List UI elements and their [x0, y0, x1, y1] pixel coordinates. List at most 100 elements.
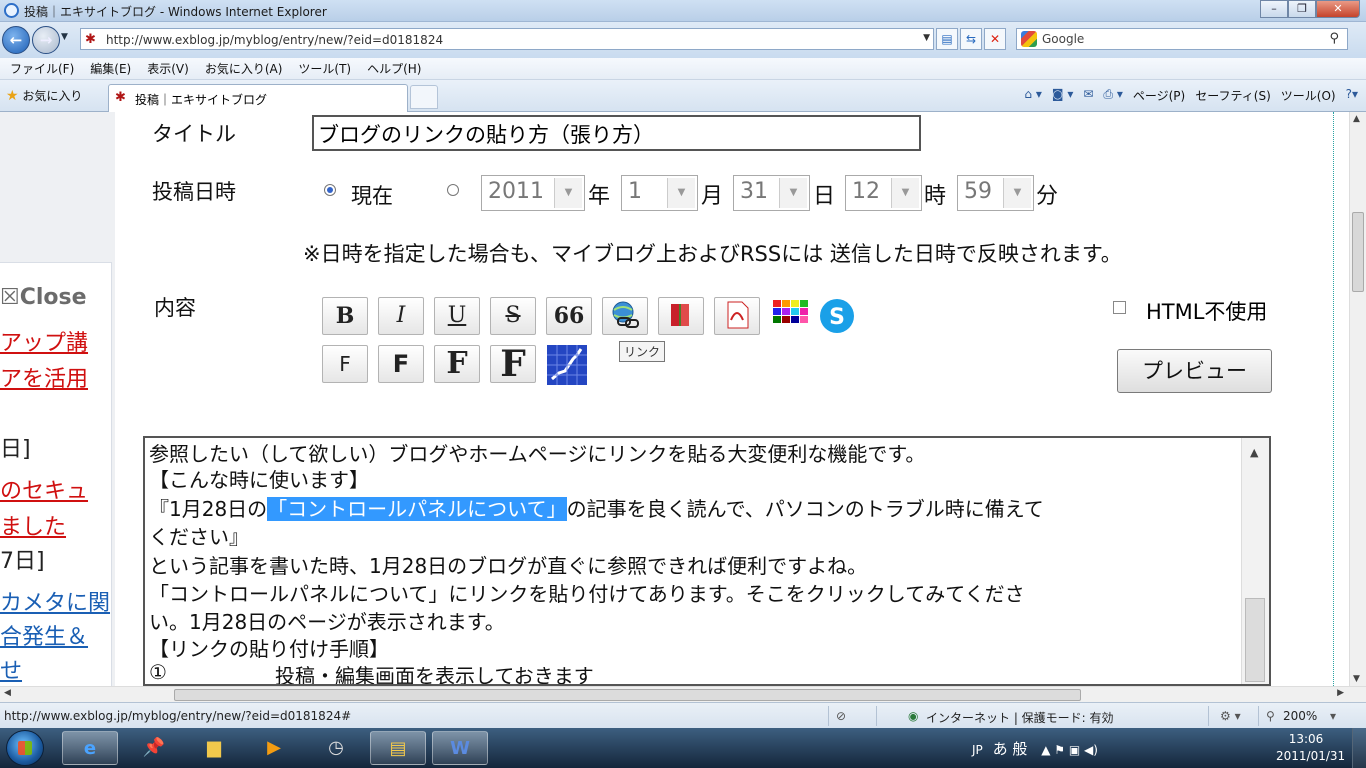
menu-edit[interactable]: 編集(E) — [90, 60, 131, 77]
page-vertical-scrollbar[interactable]: ▲ ▼ — [1349, 112, 1366, 686]
scroll-left-icon[interactable]: ◀ — [4, 688, 11, 698]
feeds-icon[interactable]: ◙ ▾ — [1052, 87, 1073, 104]
page-menu[interactable]: ページ(P) — [1133, 87, 1185, 104]
taskbar-clock-icon[interactable]: ◷ — [308, 731, 364, 765]
bold-button[interactable]: B — [322, 297, 368, 335]
popup-close-button[interactable]: ☒Close — [0, 285, 87, 310]
taskbar-word-icon[interactable]: W — [432, 731, 488, 765]
taskbar-media-icon[interactable]: ▶ — [246, 731, 302, 765]
link-button[interactable] — [602, 297, 648, 335]
title-input[interactable]: ブログのリンクの貼り方（張り方） — [312, 115, 921, 151]
sidebar-link[interactable]: せ — [0, 653, 22, 685]
mail-icon[interactable]: ✉ — [1083, 87, 1093, 104]
font-size-1-button[interactable]: F — [322, 345, 368, 383]
pdf-button[interactable] — [714, 297, 760, 335]
home-icon[interactable]: ⌂ ▾ — [1024, 87, 1041, 104]
scroll-down-icon[interactable]: ▼ — [1353, 674, 1360, 684]
window-titlebar: 投稿｜エキサイトブログ - Windows Internet Explorer … — [0, 0, 1366, 22]
compat-view-icon[interactable]: ▤ — [936, 28, 958, 50]
zoom-level[interactable]: 200% — [1283, 709, 1317, 723]
minimize-button[interactable]: – — [1260, 0, 1288, 18]
underline-button[interactable]: U — [434, 297, 480, 335]
book-button[interactable] — [658, 297, 704, 335]
popup-blocker-icon[interactable]: ⊘ — [836, 709, 846, 723]
strikethrough-button[interactable]: S — [490, 297, 536, 335]
page-horizontal-scrollbar[interactable]: ◀ ▶ — [0, 686, 1366, 702]
day-select[interactable]: 31 ▼ — [733, 175, 810, 211]
html-off-checkbox[interactable] — [1113, 301, 1126, 314]
taskbar-pin-icon[interactable]: 📌 — [126, 731, 182, 765]
zoom-dropdown-icon[interactable]: ▾ — [1330, 709, 1336, 723]
hour-value: 12 — [852, 179, 880, 204]
font-size-3-button[interactable]: F — [434, 345, 480, 383]
scroll-up-icon[interactable]: ▲ — [1250, 446, 1258, 459]
font-size-4-button[interactable]: F — [490, 345, 536, 383]
maximize-button[interactable]: ❐ — [1288, 0, 1316, 18]
back-button[interactable]: ← — [2, 26, 30, 54]
day-unit: 日 — [813, 184, 836, 209]
sidebar-link[interactable]: 合発生＆ — [0, 619, 88, 651]
recent-pages-dropdown[interactable]: ▼ — [61, 32, 68, 42]
sidebar-link[interactable]: アを活用 — [0, 361, 88, 393]
color-button[interactable] — [768, 297, 814, 335]
menu-help[interactable]: ヘルプ(H) — [367, 60, 421, 77]
editor-scroll-thumb[interactable] — [1245, 598, 1265, 682]
menu-file[interactable]: ファイル(F) — [10, 60, 74, 77]
language-indicator[interactable]: JP — [972, 743, 983, 757]
scroll-right-icon[interactable]: ▶ — [1337, 688, 1344, 698]
sidebar-link[interactable]: アップ講 — [0, 325, 88, 357]
minute-select[interactable]: 59 ▼ — [957, 175, 1034, 211]
month-select[interactable]: 1 ▼ — [621, 175, 698, 211]
taskbar-folder-icon[interactable]: ▆ — [186, 731, 242, 765]
italic-button[interactable]: I — [378, 297, 424, 335]
page-scroll-thumb[interactable] — [1352, 212, 1364, 292]
search-input[interactable]: Google ⚲ — [1016, 28, 1348, 50]
close-button[interactable]: ✕ — [1316, 0, 1360, 18]
year-select[interactable]: 2011 ▼ — [481, 175, 585, 211]
search-icon[interactable]: ⚲ — [1329, 31, 1339, 46]
skype-button[interactable]: S — [814, 297, 860, 335]
taskbar-explorer-icon[interactable]: ▤ — [370, 731, 426, 765]
map-button[interactable] — [544, 345, 590, 385]
tab-active[interactable]: ✱ 投稿｜エキサイトブログ — [108, 84, 408, 112]
page-hscroll-thumb[interactable] — [174, 689, 1081, 701]
menu-tools[interactable]: ツール(T) — [298, 60, 351, 77]
stop-icon[interactable]: ✕ — [984, 28, 1006, 50]
status-bar: http://www.exblog.jp/myblog/entry/new/?e… — [0, 702, 1366, 728]
taskbar-ie-icon[interactable]: e — [62, 731, 118, 765]
command-bar: ⌂ ▾ ◙ ▾ ✉ ⎙ ▾ ページ(P) セーフティ(S) ツール(O) ?▾ — [1024, 87, 1358, 104]
tray-icons[interactable]: ▲ ⚑ ▣ ◀) — [1041, 743, 1098, 757]
preview-button[interactable]: プレビュー — [1117, 349, 1272, 393]
favorites-button[interactable]: ★ お気に入り — [6, 87, 82, 104]
scroll-up-icon[interactable]: ▲ — [1353, 114, 1360, 124]
quote-button[interactable]: 66 — [546, 297, 592, 335]
address-dropdown-icon[interactable]: ▼ — [923, 33, 930, 43]
hour-select[interactable]: 12 ▼ — [845, 175, 922, 211]
font-size-2-button[interactable]: F — [378, 345, 424, 383]
print-icon[interactable]: ⎙ ▾ — [1103, 87, 1122, 104]
editor-line: 【こんな時に使います】 — [149, 468, 369, 492]
sidebar-link[interactable]: のセキュ — [0, 473, 88, 505]
menu-view[interactable]: 表示(V) — [147, 60, 189, 77]
sidebar-popup: ☒Close アップ講 アを活用 日] のセキュ ました 7日] カメタに関 合… — [0, 262, 112, 686]
add-ons-icon[interactable]: ⚙ ▾ — [1220, 709, 1241, 723]
start-button[interactable] — [6, 730, 44, 766]
address-field[interactable]: ✱ http://www.exblog.jp/myblog/entry/new/… — [80, 28, 934, 50]
date-custom-radio[interactable] — [447, 184, 459, 196]
forward-button[interactable]: → — [32, 26, 60, 54]
sidebar-link[interactable]: カメタに関 — [0, 585, 110, 617]
refresh-icon[interactable]: ⇆ — [960, 28, 982, 50]
tools-menu[interactable]: ツール(O) — [1281, 87, 1336, 104]
editor-scrollbar[interactable]: ▲ — [1241, 438, 1269, 684]
menu-favorites[interactable]: お気に入り(A) — [205, 60, 283, 77]
sidebar-link[interactable]: ました — [0, 509, 66, 541]
help-icon[interactable]: ?▾ — [1346, 87, 1358, 104]
safety-menu[interactable]: セーフティ(S) — [1195, 87, 1271, 104]
content-editor[interactable]: 参照したい（して欲しい）ブログやホームページにリンクを貼る大変便利な機能です。 … — [143, 436, 1271, 686]
show-desktop-button[interactable] — [1352, 728, 1366, 768]
address-toolbar: ← → ▼ ✱ http://www.exblog.jp/myblog/entr… — [0, 22, 1366, 58]
ime-indicator[interactable]: あ 般 — [993, 740, 1028, 758]
clock[interactable]: 13:06 2011/01/31 — [1276, 731, 1345, 765]
new-tab-button[interactable] — [410, 85, 438, 109]
date-now-radio[interactable] — [324, 184, 336, 196]
